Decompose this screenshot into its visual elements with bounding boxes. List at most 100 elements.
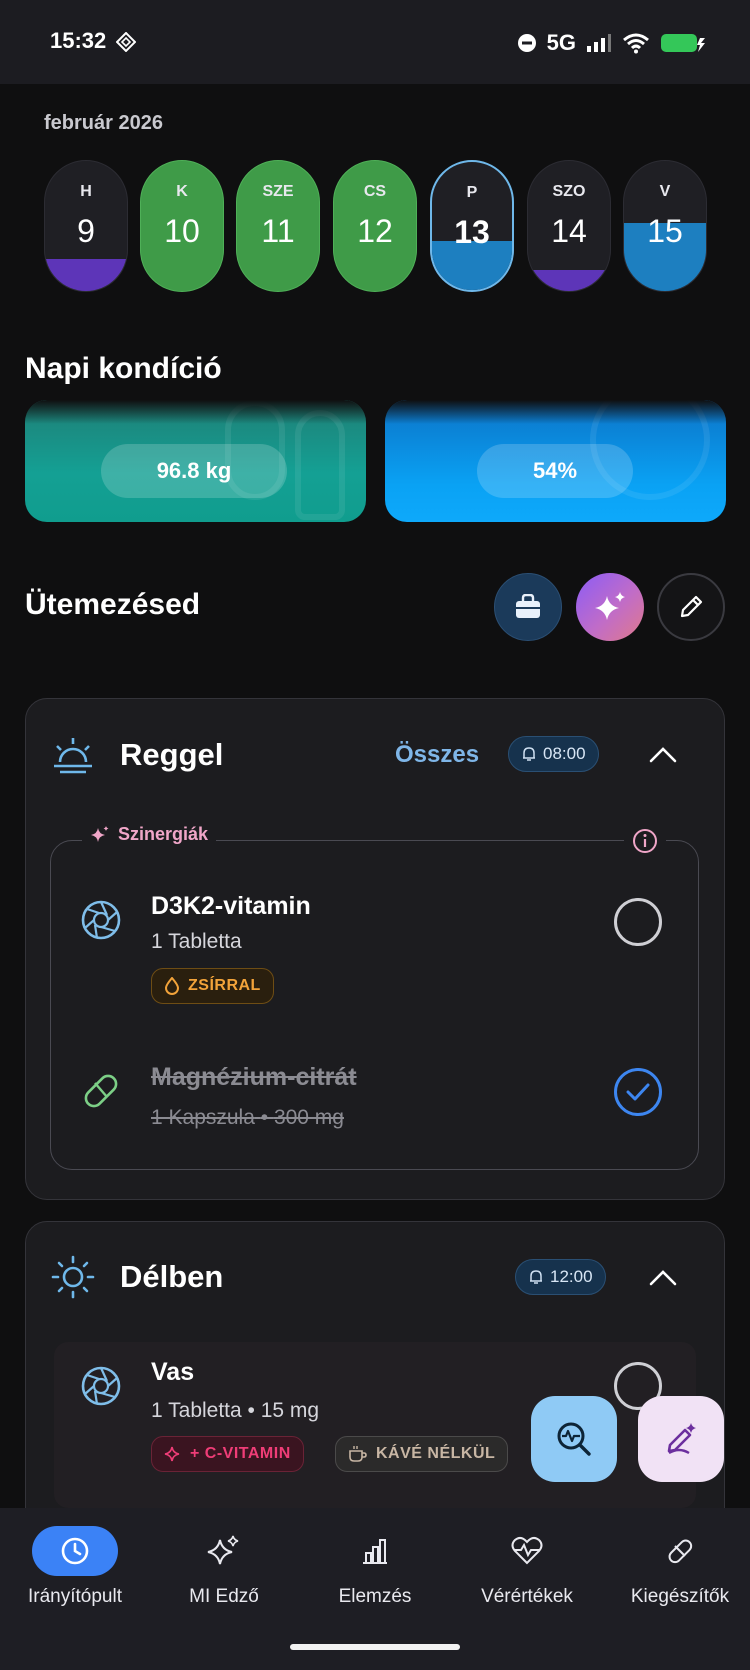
log-note-fab[interactable]: [638, 1396, 724, 1482]
day-letter: P: [466, 184, 478, 201]
morning-time: 08:00: [543, 744, 586, 763]
day-pill-10[interactable]: K 10: [140, 160, 224, 292]
nav-icon-wrap: [484, 1526, 570, 1576]
sparkles-icon: [91, 825, 109, 842]
day-letter: V: [659, 183, 671, 200]
day-pill-12[interactable]: CS 12: [333, 160, 417, 292]
synergy-group: [50, 840, 699, 1170]
nav-item-blood-values[interactable]: Vérértékek: [452, 1526, 602, 1608]
noon-title: Délben: [120, 1259, 224, 1294]
item-name: D3K2-vitamin: [151, 892, 311, 920]
synergy-text: Szinergiák: [118, 824, 209, 844]
day-number: 13: [454, 214, 490, 250]
day-pill-11[interactable]: SZE 11: [236, 160, 320, 292]
heart-pulse-icon: [511, 1536, 543, 1565]
day-pill-13[interactable]: P 13: [430, 160, 514, 292]
day-progress-fill: [45, 258, 127, 291]
day-letter: SZO: [552, 183, 586, 200]
chevron-up-icon[interactable]: [648, 1268, 678, 1288]
shopping-bag-icon: [516, 594, 540, 618]
aperture-icon: [81, 900, 121, 940]
wifi-icon: [623, 33, 649, 54]
weight-card[interactable]: 96.8 kg: [25, 400, 366, 522]
checkmark-icon: [626, 1083, 650, 1101]
sun-icon: [51, 1255, 95, 1299]
ai-suggest-button[interactable]: [576, 573, 644, 641]
sparkles-icon: [595, 592, 625, 620]
day-pill-14[interactable]: SZO 14: [527, 160, 611, 292]
taken-checkbox[interactable]: [614, 1068, 662, 1116]
condition-title: Napi kondíció: [25, 352, 222, 385]
hydration-card[interactable]: 54%: [385, 400, 726, 522]
pencil-sparkle-icon: [667, 1423, 696, 1455]
tag-label: KÁVÉ NÉLKÜL: [376, 1445, 496, 1462]
bell-icon: [523, 747, 535, 761]
battery-icon: [661, 34, 705, 52]
noon-reminder-badge[interactable]: 12:00: [515, 1259, 606, 1295]
take-checkbox[interactable]: [614, 898, 662, 946]
nfc-diamond-icon: [116, 32, 136, 52]
card-shade: [385, 400, 726, 424]
item-dose-amount: 15 mg: [260, 1399, 320, 1422]
drop-deco-icon: [295, 410, 345, 520]
status-time: 15:32: [50, 28, 107, 53]
day-number: 12: [357, 213, 393, 249]
with-fat-tag: ZSÍRRAL: [151, 968, 274, 1004]
drop-icon: [164, 977, 180, 995]
weight-value: 96.8 kg: [101, 444, 287, 498]
morning-reminder-badge[interactable]: 08:00: [508, 736, 599, 772]
network-label: 5G: [546, 30, 576, 55]
aperture-icon: [81, 1366, 121, 1406]
chevron-up-icon[interactable]: [648, 745, 678, 765]
day-letter: SZE: [262, 183, 294, 200]
day-number: 9: [77, 213, 95, 249]
home-indicator: [290, 1644, 460, 1650]
item-dose: 1 Tabletta: [151, 930, 242, 953]
nav-icon-wrap: [181, 1526, 267, 1576]
synergy-info-button[interactable]: [624, 824, 666, 858]
edit-schedule-button[interactable]: [657, 573, 725, 641]
nav-label: Irányítópult: [28, 1586, 122, 1607]
nav-item-supplements[interactable]: Kiegészítők: [605, 1526, 750, 1608]
nav-item-dashboard[interactable]: Irányítópult: [0, 1526, 150, 1608]
status-right: 5G: [517, 28, 706, 58]
dnd-icon: [517, 34, 536, 52]
item-dose-count: 1 Kapszula: [151, 1106, 255, 1129]
dot-separator: •: [247, 1399, 261, 1422]
noon-time: 12:00: [550, 1267, 593, 1286]
card-shade: [25, 400, 366, 424]
item-dose-amount: 300 mg: [273, 1106, 344, 1129]
day-letter: K: [176, 183, 188, 200]
schedule-title: Ütemezésed: [25, 588, 201, 621]
item-dose: 1 Tabletta • 15 mg: [151, 1399, 319, 1423]
nav-label: Elemzés: [338, 1586, 412, 1607]
day-number: 11: [261, 213, 295, 249]
nav-item-analysis[interactable]: Elemzés: [300, 1526, 450, 1608]
item-name: Magnézium-citrát: [151, 1063, 357, 1091]
sparkles-icon: [164, 1446, 180, 1462]
day-number: 14: [551, 213, 587, 249]
item-dose: 1 Kapszula • 300 mg: [151, 1106, 344, 1130]
info-icon: [633, 829, 657, 853]
nav-icon-wrap: [332, 1526, 418, 1576]
tag-label: + C-VITAMIN: [190, 1445, 291, 1462]
no-coffee-tag: KÁVÉ NÉLKÜL: [335, 1436, 509, 1472]
day-pill-9[interactable]: H9: [44, 160, 128, 292]
nav-label: Kiegészítők: [630, 1586, 730, 1607]
with-vitamin-c-tag: + C-VITAMIN: [151, 1436, 304, 1472]
item-dose-count: 1 Tabletta: [151, 1399, 242, 1422]
day-letter: CS: [363, 183, 387, 200]
nav-item-ai-coach[interactable]: MI Edző: [149, 1526, 299, 1608]
day-number: 15: [647, 213, 683, 249]
dot-separator: •: [260, 1106, 274, 1129]
clock-icon: [61, 1537, 89, 1565]
day-pill-15[interactable]: V 15: [623, 160, 707, 292]
tag-label: ZSÍRRAL: [188, 977, 261, 994]
shopping-button[interactable]: [494, 573, 562, 641]
nav-label: Vérértékek: [481, 1586, 573, 1607]
morning-all-link[interactable]: Összes: [395, 741, 479, 769]
analyze-fab[interactable]: [531, 1396, 617, 1482]
item-name: Vas: [151, 1358, 195, 1386]
nav-icon-wrap: [32, 1526, 118, 1576]
pencil-icon: [680, 595, 703, 618]
